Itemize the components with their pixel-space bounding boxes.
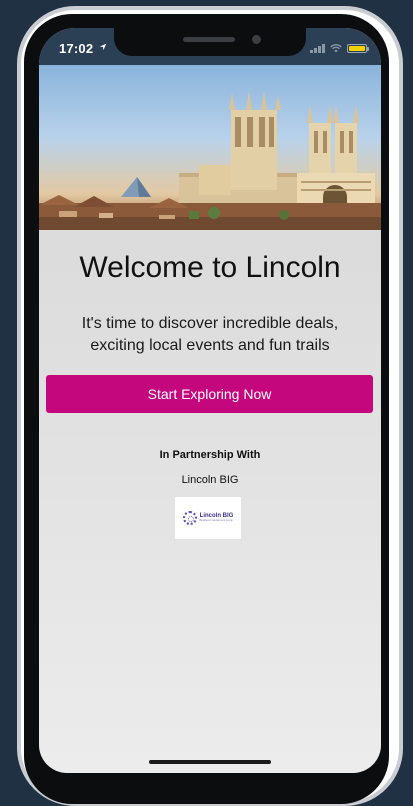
lincoln-big-logo-icon: [182, 511, 197, 525]
hero-image-cathedral: [39, 65, 381, 230]
phone-notch: [114, 28, 306, 56]
logo-textblock: Lincoln BIG Business Improvement Group: [200, 513, 234, 523]
status-icons: [310, 43, 369, 53]
welcome-title: Welcome to Lincoln: [79, 251, 341, 284]
start-exploring-button[interactable]: Start Exploring Now: [46, 375, 373, 413]
partner-name: Lincoln BIG: [181, 474, 239, 486]
home-indicator[interactable]: [149, 760, 271, 764]
battery-icon: [347, 43, 369, 53]
welcome-subtitle: It's time to discover incredible deals, …: [81, 315, 339, 354]
partner-logo[interactable]: Lincoln BIG Business Improvement Group: [175, 497, 241, 539]
speaker-grille: [183, 37, 235, 42]
partnership-heading: In Partnership With: [159, 449, 261, 461]
wifi-icon: [330, 43, 342, 52]
app-screen: 17:02 Welcome to Lincoln It's time to di…: [39, 28, 381, 773]
battery-level-fill: [349, 45, 365, 51]
front-camera: [252, 35, 261, 44]
cathedral-illustration: [39, 91, 381, 230]
logo-subtext: Business Improvement Group: [199, 519, 233, 523]
location-arrow-icon: [99, 43, 107, 51]
cellular-signal-icon: [310, 43, 325, 53]
status-time: 17:02: [59, 41, 94, 56]
